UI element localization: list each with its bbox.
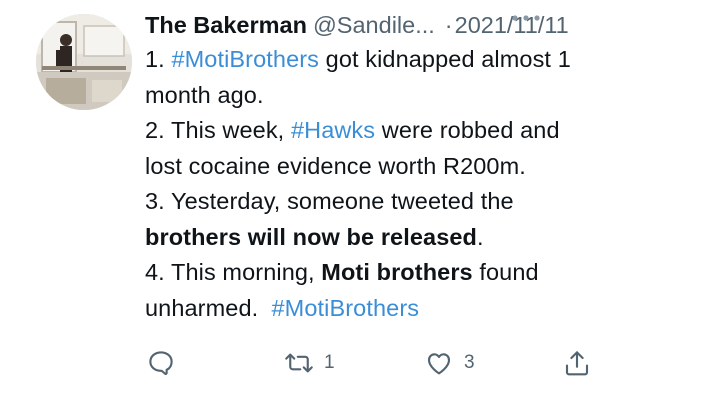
- tweet-text-segment: were robbed and: [375, 117, 560, 143]
- reply-icon: [149, 351, 173, 376]
- tweet-text-line: lost cocaine evidence worth R200m.: [145, 149, 705, 185]
- header-separator: ·: [444, 12, 453, 38]
- hashtag-link[interactable]: #MotiBrothers: [171, 46, 319, 72]
- tweet-text-line: month ago.: [145, 78, 705, 114]
- tweet-text-segment: got kidnapped almost 1: [319, 46, 571, 72]
- author-handle[interactable]: @Sandile...: [313, 8, 435, 42]
- tweet-text-segment: 2. This week,: [145, 117, 291, 143]
- heart-icon: [427, 353, 451, 375]
- bold-text: brothers will now be released: [145, 223, 477, 250]
- tweet-text-line: 4. This morning, Moti brothers found: [145, 255, 705, 291]
- tweet-text-line: 1. #MotiBrothers got kidnapped almost 1: [145, 42, 705, 78]
- tweet-text-segment: unharmed.: [145, 294, 272, 321]
- tweet-text-segment: 1.: [145, 46, 172, 72]
- author-name[interactable]: The Bakerman: [145, 8, 307, 42]
- share-icon: [565, 351, 589, 376]
- avatar[interactable]: [36, 14, 132, 110]
- retweet-count: 1: [324, 352, 335, 373]
- tweet-content: The Bakerman @Sandile... · 2021/11/11 1.…: [145, 8, 705, 326]
- tweet-text-segment: .: [477, 223, 484, 250]
- tweet-text-segment: 3. Yesterday, someone tweeted the: [145, 188, 514, 214]
- tweet-text-line: unharmed. #MotiBrothers: [145, 291, 705, 327]
- more-icon: [512, 15, 540, 21]
- tweet-actions: 1 3: [146, 346, 589, 380]
- tweet-text-line: 2. This week, #Hawks were robbed and: [145, 113, 705, 149]
- tweet-text-segment: found: [472, 259, 539, 285]
- like-count: 3: [464, 352, 475, 373]
- hashtag-link[interactable]: #MotiBrothers: [272, 295, 420, 321]
- tweet-text: 1. #MotiBrothers got kidnapped almost 1 m…: [145, 42, 705, 326]
- tweet-text-line: brothers will now be released.: [145, 220, 705, 256]
- reply-button[interactable]: [146, 346, 176, 380]
- avatar-photo: [36, 14, 132, 110]
- tweet-card[interactable]: The Bakerman @Sandile... · 2021/11/11 1.…: [0, 0, 720, 410]
- tweet-text-segment: lost cocaine evidence worth R200m.: [145, 152, 526, 179]
- tweet-text-segment: 4. This morning,: [145, 259, 322, 285]
- share-button[interactable]: [562, 346, 592, 380]
- more-options-button[interactable]: [508, 6, 544, 30]
- retweet-button[interactable]: 1: [284, 346, 335, 380]
- tweet-header: The Bakerman @Sandile... · 2021/11/11: [145, 8, 705, 42]
- retweet-icon: [285, 353, 313, 373]
- like-button[interactable]: 3: [424, 346, 475, 380]
- bold-text: Moti brothers: [321, 259, 473, 285]
- tweet-text-line: 3. Yesterday, someone tweeted the: [145, 184, 705, 220]
- hashtag-link[interactable]: #Hawks: [291, 117, 375, 143]
- tweet-text-segment: month ago.: [145, 81, 264, 108]
